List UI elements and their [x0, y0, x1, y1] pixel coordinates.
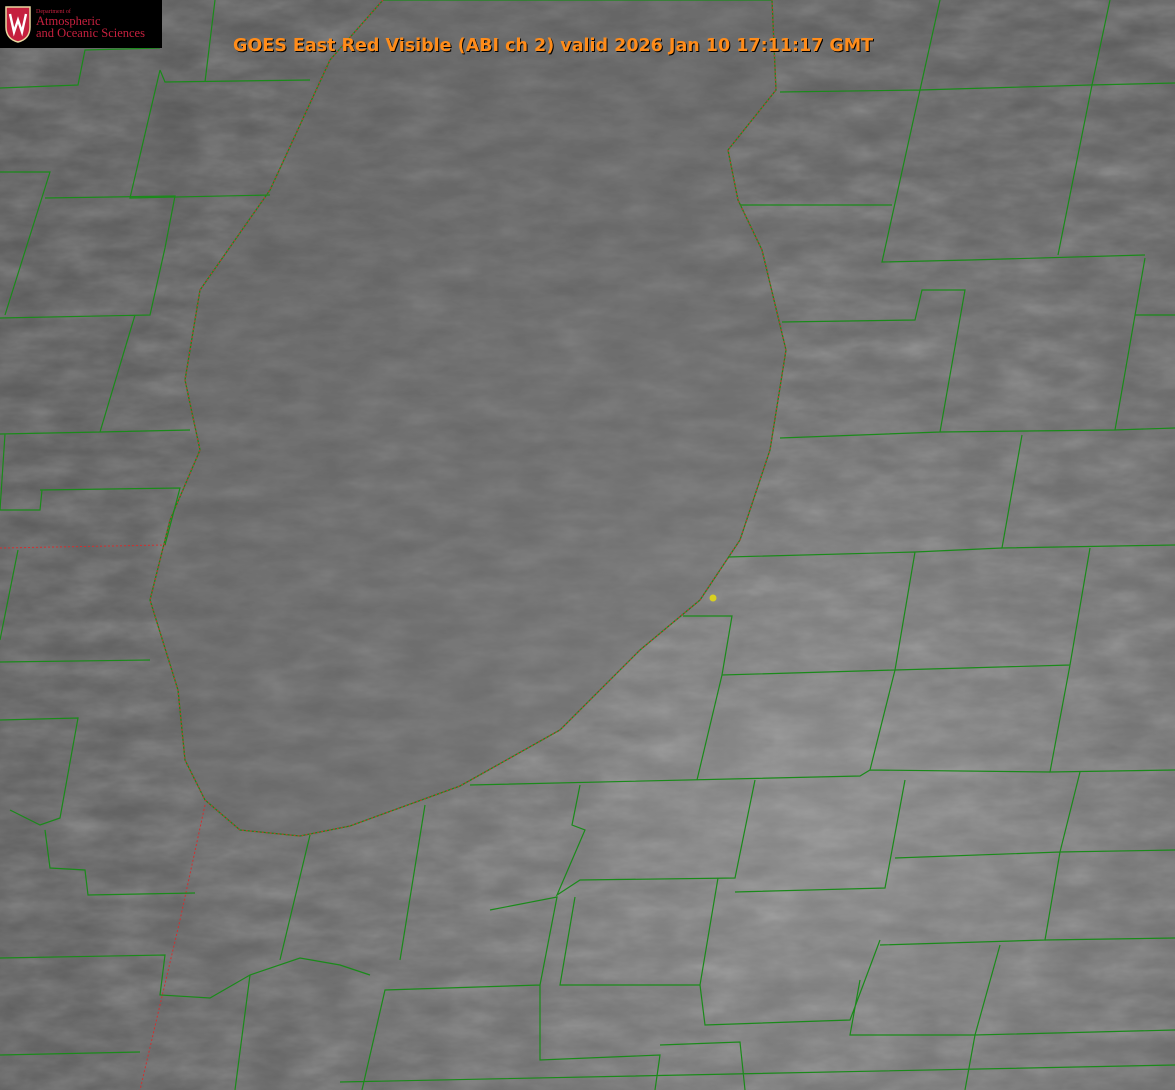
satellite-image: Department of Atmospheric and Oceanic Sc…	[0, 0, 1175, 1090]
uw-crest-icon	[5, 6, 31, 43]
location-marker	[709, 594, 717, 602]
map-overlay	[0, 0, 1175, 1090]
image-title: GOES East Red Visible (ABI ch 2) valid 2…	[233, 36, 874, 56]
logo-line-3: and Oceanic Sciences	[36, 26, 145, 40]
aos-logo: Department of Atmospheric and Oceanic Sc…	[0, 0, 162, 48]
